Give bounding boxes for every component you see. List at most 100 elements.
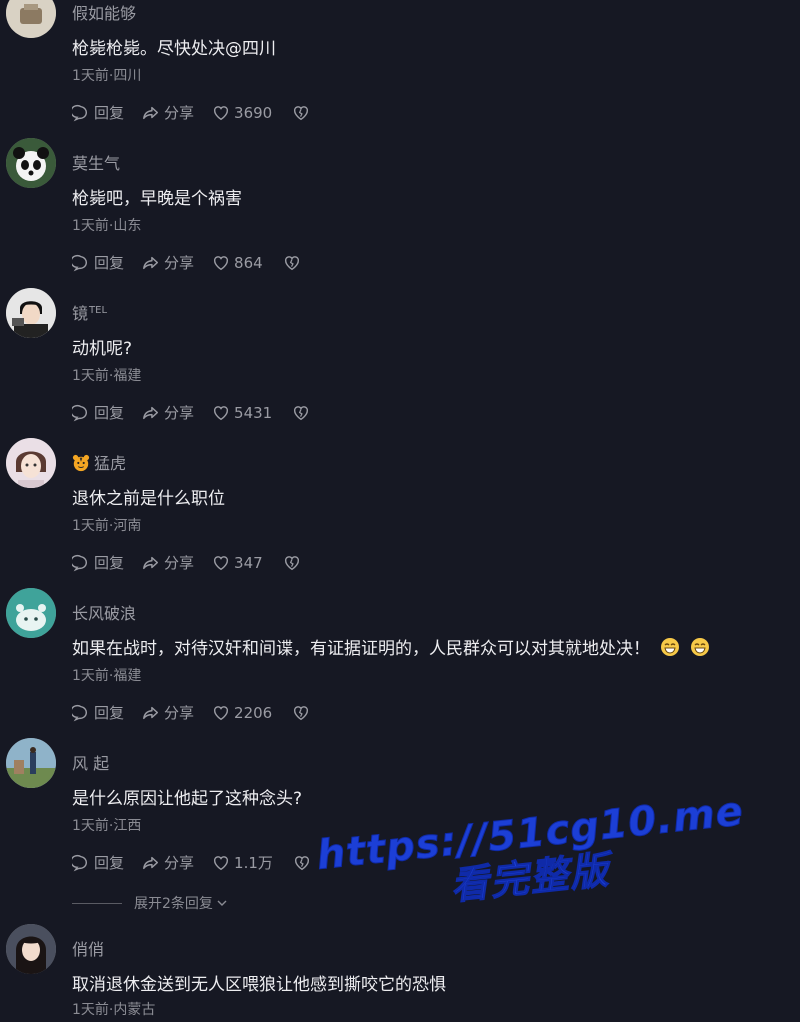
username[interactable]: 假如能够 (72, 0, 136, 24)
comment-meta: 1天前·内蒙古 (72, 1002, 156, 1018)
like-button[interactable]: 347 (212, 554, 263, 572)
username[interactable]: 俏俏 (72, 936, 104, 960)
comment-text-content: 如果在战时，对待汉奸和间谍，有证据证明的，人民群众可以对其就地处决！ (72, 639, 650, 659)
avatar[interactable] (6, 138, 56, 188)
comment-text: 退休之前是什么职位 (72, 489, 225, 509)
share-button[interactable]: 分享 (142, 254, 194, 272)
username-badge: TEL (89, 305, 108, 316)
username[interactable]: 猛虎 (72, 450, 126, 474)
like-count: 2206 (234, 704, 273, 722)
avatar[interactable] (6, 738, 56, 788)
heart-icon (214, 856, 229, 871)
watermark: https://51cg10.me 看完整版 (314, 788, 747, 921)
like-button[interactable]: 2206 (212, 704, 272, 722)
share-arrow-icon (143, 106, 159, 120)
avatar[interactable] (6, 924, 56, 974)
reply-label: 回复 (94, 254, 125, 272)
reply-button[interactable]: 回复 (72, 554, 124, 572)
reply-label: 回复 (94, 854, 125, 872)
broken-heart-icon (294, 706, 309, 721)
comment-meta: 1天前·河南 (72, 518, 142, 534)
share-arrow-icon (143, 256, 159, 270)
avatar[interactable] (6, 0, 56, 38)
broken-heart-icon (294, 856, 309, 871)
share-label: 分享 (164, 404, 195, 422)
chat-bubble-icon (72, 854, 87, 872)
reply-label: 回复 (94, 554, 125, 572)
share-button[interactable]: 分享 (142, 104, 194, 122)
username-text: 镜 (72, 304, 89, 323)
reply-label: 回复 (94, 104, 125, 122)
tiger-emoji-icon (72, 454, 90, 472)
avatar[interactable] (6, 588, 56, 638)
comment-text: 是什么原因让他起了这种念头? (72, 789, 303, 809)
comment-actions: 回复 分享 3690 (72, 103, 332, 123)
comment-meta: 1天前·江西 (72, 818, 142, 834)
username[interactable]: 镜TEL (72, 300, 107, 324)
share-arrow-icon (143, 406, 159, 420)
reply-label: 回复 (94, 704, 125, 722)
chevron-down-icon (217, 900, 227, 906)
share-label: 分享 (164, 104, 195, 122)
dislike-button[interactable] (292, 104, 314, 122)
share-button[interactable]: 分享 (142, 704, 194, 722)
like-button[interactable]: 864 (212, 254, 263, 272)
reply-button[interactable]: 回复 (72, 854, 124, 872)
chat-bubble-icon (72, 254, 87, 272)
grin-emoji-icon (661, 638, 679, 656)
share-arrow-icon (143, 556, 159, 570)
username-text: 猛虎 (94, 454, 127, 473)
share-label: 分享 (164, 854, 195, 872)
comment-text: 如果在战时，对待汉奸和间谍，有证据证明的，人民群众可以对其就地处决！ (72, 634, 710, 659)
heart-icon (214, 256, 229, 271)
dislike-button[interactable] (283, 254, 305, 272)
comment-actions: 回复 分享 5431 (72, 403, 332, 423)
avatar[interactable] (6, 288, 56, 338)
comment-meta: 1天前·四川 (72, 68, 142, 84)
expand-replies-label: 展开2条回复 (134, 896, 213, 912)
share-button[interactable]: 分享 (142, 554, 194, 572)
like-button[interactable]: 1.1万 (212, 854, 273, 872)
username[interactable]: 莫生气 (72, 150, 120, 174)
share-button[interactable]: 分享 (142, 404, 194, 422)
comment-text: 枪毙吧，早晚是个祸害 (72, 189, 242, 209)
broken-heart-icon (294, 106, 309, 121)
dislike-button[interactable] (292, 404, 314, 422)
comment-actions: 回复 分享 864 (72, 253, 323, 273)
reply-button[interactable]: 回复 (72, 404, 124, 422)
heart-icon (214, 106, 229, 121)
chat-bubble-icon (72, 104, 87, 122)
reply-button[interactable]: 回复 (72, 104, 124, 122)
avatar[interactable] (6, 438, 56, 488)
reply-button[interactable]: 回复 (72, 704, 124, 722)
reply-button[interactable]: 回复 (72, 254, 124, 272)
chat-bubble-icon (72, 554, 87, 572)
username[interactable]: 长风破浪 (72, 600, 136, 624)
share-label: 分享 (164, 554, 195, 572)
heart-icon (214, 556, 229, 571)
like-button[interactable]: 3690 (212, 104, 272, 122)
expand-replies-button[interactable]: 展开2条回复 (72, 893, 228, 913)
dislike-button[interactable] (293, 854, 315, 872)
like-count: 1.1万 (234, 854, 273, 872)
broken-heart-icon (294, 406, 309, 421)
broken-heart-icon (284, 556, 299, 571)
comment-actions: 回复 分享 1.1万 (72, 853, 333, 873)
comment-text: 枪毙枪毙。尽快处决@四川 (72, 39, 276, 59)
username[interactable]: 风 起 (72, 750, 109, 774)
comment-text: 取消退休金送到无人区喂狼让他感到撕咬它的恐惧 (72, 975, 446, 995)
share-arrow-icon (143, 706, 159, 720)
like-count: 864 (234, 254, 263, 272)
comment-meta: 1天前·福建 (72, 368, 142, 384)
heart-icon (214, 406, 229, 421)
dislike-button[interactable] (283, 554, 305, 572)
chat-bubble-icon (72, 704, 87, 722)
like-button[interactable]: 5431 (212, 404, 272, 422)
comment-meta: 1天前·山东 (72, 218, 142, 234)
share-label: 分享 (164, 254, 195, 272)
share-arrow-icon (143, 856, 159, 870)
comment-meta: 1天前·福建 (72, 668, 142, 684)
share-button[interactable]: 分享 (142, 854, 194, 872)
like-count: 5431 (234, 404, 273, 422)
dislike-button[interactable] (292, 704, 314, 722)
